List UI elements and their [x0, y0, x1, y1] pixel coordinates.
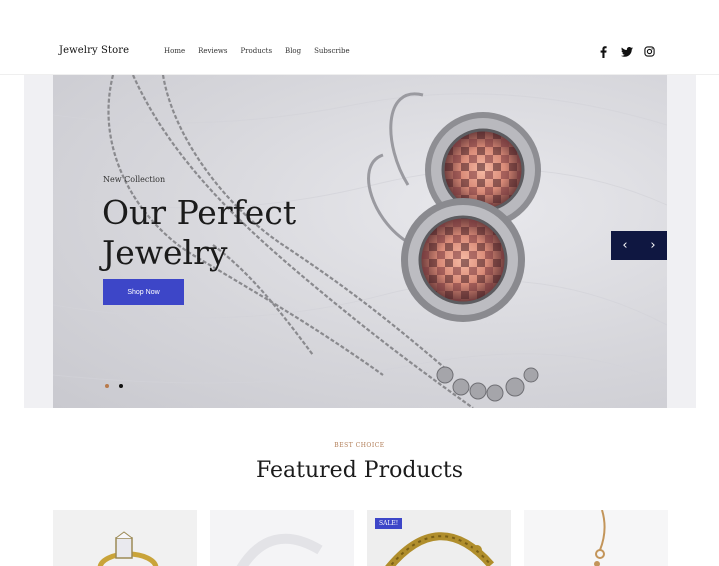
slider-next-button[interactable]: ›	[639, 231, 667, 260]
ring-image	[53, 510, 197, 566]
slider-dot-1[interactable]	[105, 384, 109, 388]
nav-reviews[interactable]: Reviews	[198, 47, 227, 55]
site-header: Jewelry Store Home Reviews Products Blog…	[0, 0, 719, 75]
nav-home[interactable]: Home	[164, 47, 185, 55]
product-card[interactable]	[210, 510, 354, 566]
shop-now-button[interactable]: Shop Now	[103, 279, 184, 305]
nav-blog[interactable]: Blog	[285, 47, 301, 55]
nav-products[interactable]: Products	[240, 47, 272, 55]
instagram-icon[interactable]	[643, 45, 656, 58]
hero-title: Our Perfect Jewelry	[102, 193, 297, 272]
featured-eyebrow: BEST CHOICE	[334, 442, 385, 449]
main-nav: Home Reviews Products Blog Subscribe	[164, 47, 363, 55]
slider-prev-button[interactable]: ‹	[611, 231, 639, 260]
facebook-icon[interactable]	[597, 45, 610, 58]
hero-eyebrow: New Collection	[103, 175, 166, 184]
slider-dot-2[interactable]	[119, 384, 123, 388]
product-card[interactable]: SALE!	[367, 510, 511, 566]
product-grid: SALE!	[53, 510, 668, 566]
product-card[interactable]	[53, 510, 197, 566]
twitter-icon[interactable]	[620, 45, 633, 58]
social-links	[597, 45, 656, 58]
slider-arrows: ‹ ›	[611, 231, 667, 260]
sale-badge: SALE!	[375, 518, 403, 529]
chevron-right-icon: ›	[650, 238, 656, 253]
chevron-left-icon: ‹	[622, 238, 628, 253]
hero-slider: New Collection Our Perfect Jewelry Shop …	[53, 75, 667, 408]
product-card[interactable]	[524, 510, 668, 566]
featured-title: Featured Products	[255, 458, 464, 483]
slider-dots	[105, 384, 123, 388]
site-logo[interactable]: Jewelry Store	[59, 45, 129, 56]
earring-bottom	[401, 198, 525, 322]
nav-subscribe[interactable]: Subscribe	[314, 47, 350, 55]
earring-product-image	[524, 510, 668, 566]
pendant-image	[210, 510, 354, 566]
